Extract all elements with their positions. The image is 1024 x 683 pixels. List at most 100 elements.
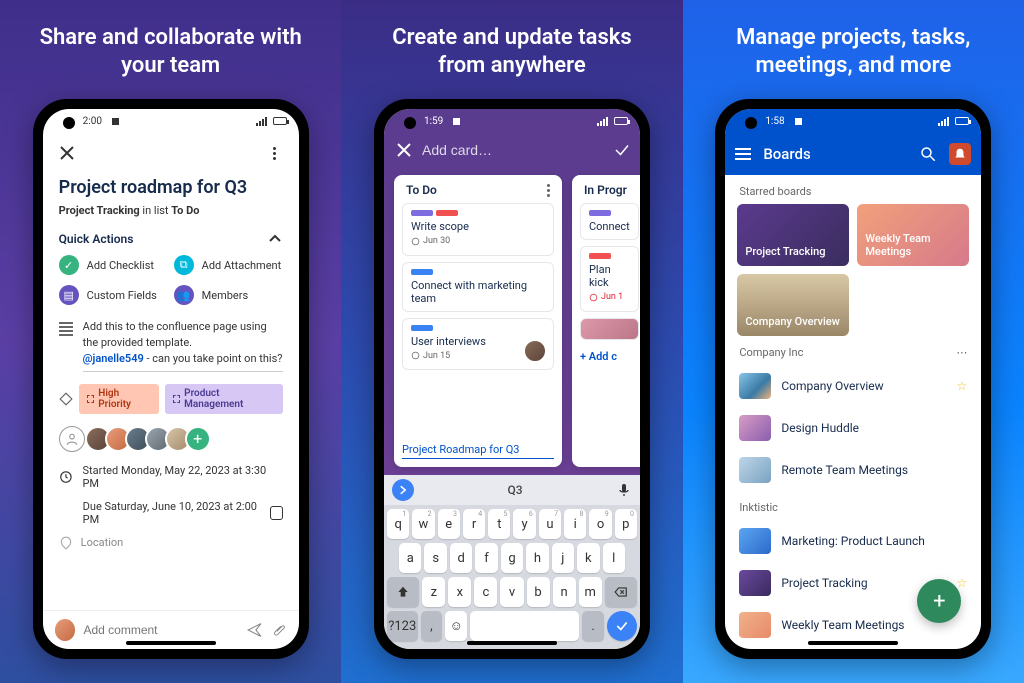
section-company-label: Company Inc ⋯ bbox=[725, 336, 981, 365]
status-time: 1:58 bbox=[765, 116, 784, 127]
hamburger-menu-icon[interactable] bbox=[735, 148, 751, 160]
tag-high-priority[interactable]: High Priority bbox=[79, 384, 159, 414]
period-key[interactable]: . bbox=[582, 611, 604, 641]
star-icon[interactable]: ☆ bbox=[957, 379, 968, 393]
add-member-button[interactable]: + bbox=[185, 426, 211, 452]
space-key[interactable] bbox=[470, 611, 579, 641]
promo-panel-1: Share and collaborate with your team 2:0… bbox=[0, 0, 341, 683]
key-l[interactable]: l bbox=[603, 543, 625, 573]
add-card-input[interactable] bbox=[422, 142, 603, 158]
card-subtitle: Project Tracking in list To Do bbox=[59, 204, 283, 217]
key-x[interactable]: x bbox=[448, 577, 471, 607]
key-a[interactable]: a bbox=[399, 543, 421, 573]
key-h[interactable]: h bbox=[526, 543, 548, 573]
card-item[interactable]: Plan kick Jun 1 bbox=[580, 246, 639, 312]
avatar bbox=[523, 339, 547, 363]
key-b[interactable]: b bbox=[527, 577, 550, 607]
tag-product-management[interactable]: Product Management bbox=[165, 384, 283, 414]
card-item[interactable]: User interviews Jun 15 bbox=[402, 318, 554, 371]
emoji-key[interactable]: ☺ bbox=[445, 611, 467, 641]
key-i[interactable]: i8 bbox=[564, 509, 586, 539]
key-e[interactable]: e3 bbox=[438, 509, 460, 539]
avatar bbox=[55, 619, 76, 641]
list-in-progress: In Progr Connect Plan kick Jun 1 + Add bbox=[572, 175, 640, 467]
key-z[interactable]: z bbox=[422, 577, 445, 607]
board-list-item[interactable]: Remote Team Meetings bbox=[725, 449, 981, 491]
location-row[interactable]: Location bbox=[59, 536, 283, 550]
due-date-row[interactable]: Due Saturday, June 10, 2023 at 2:00 PM bbox=[59, 500, 283, 526]
key-r[interactable]: r4 bbox=[463, 509, 485, 539]
notifications-icon[interactable] bbox=[949, 143, 971, 165]
search-icon[interactable] bbox=[919, 145, 937, 163]
comma-key[interactable]: , bbox=[421, 611, 443, 641]
add-card-link[interactable]: + Add c bbox=[580, 350, 639, 363]
key-k[interactable]: k bbox=[577, 543, 599, 573]
new-card-draft[interactable]: Project Roadmap for Q3 bbox=[402, 441, 554, 459]
key-d[interactable]: d bbox=[450, 543, 472, 573]
card-item[interactable] bbox=[580, 318, 639, 340]
user-mention[interactable]: @janelle549 bbox=[83, 352, 144, 365]
board-list-item[interactable]: Company Overview ☆ bbox=[725, 365, 981, 407]
key-p[interactable]: p0 bbox=[615, 509, 637, 539]
mode-key[interactable]: ?123 bbox=[387, 611, 418, 641]
section-inktistic-label: Inktistic bbox=[725, 491, 981, 520]
key-n[interactable]: n bbox=[553, 577, 576, 607]
card-item[interactable]: Connect with marketing team bbox=[402, 262, 554, 312]
attach-icon[interactable] bbox=[272, 622, 287, 638]
list-title: In Progr bbox=[584, 183, 627, 197]
key-c[interactable]: c bbox=[474, 577, 497, 607]
card-item[interactable]: Write scope Jun 30 bbox=[402, 203, 554, 256]
close-icon[interactable] bbox=[55, 141, 79, 165]
board-tile[interactable]: Weekly Team Meetings bbox=[857, 204, 969, 266]
due-checkbox[interactable] bbox=[270, 506, 283, 520]
board-list-item[interactable]: Marketing: Product Launch bbox=[725, 520, 981, 562]
member-avatars[interactable]: + bbox=[59, 426, 283, 452]
action-custom-fields[interactable]: ▤ Custom Fields bbox=[59, 285, 168, 305]
description-row[interactable]: Add this to the confluence page using th… bbox=[59, 319, 283, 372]
key-y[interactable]: y6 bbox=[513, 509, 535, 539]
action-members[interactable]: 👥 Members bbox=[174, 285, 283, 305]
list-menu-icon[interactable] bbox=[547, 184, 550, 197]
chevron-right-icon[interactable] bbox=[392, 479, 414, 501]
mic-icon[interactable] bbox=[616, 482, 632, 498]
backspace-key[interactable] bbox=[605, 577, 637, 607]
key-q[interactable]: q1 bbox=[387, 509, 409, 539]
action-add-attachment[interactable]: ⧉ Add Attachment bbox=[174, 255, 283, 275]
star-icon[interactable]: ☆ bbox=[957, 576, 968, 590]
close-icon[interactable] bbox=[396, 142, 412, 158]
key-o[interactable]: o9 bbox=[589, 509, 611, 539]
shift-key[interactable] bbox=[387, 577, 419, 607]
key-g[interactable]: g bbox=[501, 543, 523, 573]
card-item[interactable]: Connect bbox=[580, 203, 639, 240]
comment-input[interactable] bbox=[83, 623, 238, 637]
board-tile[interactable]: Project Tracking bbox=[737, 204, 849, 266]
key-w[interactable]: w2 bbox=[412, 509, 434, 539]
quick-actions-header[interactable]: Quick Actions bbox=[59, 231, 283, 247]
key-f[interactable]: f bbox=[475, 543, 497, 573]
card-title: Project roadmap for Q3 bbox=[59, 177, 283, 198]
list-title: To Do bbox=[406, 183, 437, 197]
board-tile[interactable]: Company Overview bbox=[737, 274, 849, 336]
key-m[interactable]: m bbox=[579, 577, 602, 607]
section-menu-icon[interactable]: ⋯ bbox=[956, 346, 967, 359]
keyboard-suggestion[interactable]: Q3 bbox=[422, 483, 608, 497]
checklist-icon: ✓ bbox=[59, 255, 79, 275]
key-v[interactable]: v bbox=[500, 577, 523, 607]
enter-key[interactable] bbox=[607, 611, 637, 641]
action-add-checklist[interactable]: ✓ Add Checklist bbox=[59, 255, 168, 275]
send-icon[interactable] bbox=[246, 621, 263, 639]
overflow-menu-icon[interactable] bbox=[263, 141, 287, 165]
status-time: 2:00 bbox=[83, 116, 102, 127]
key-j[interactable]: j bbox=[552, 543, 574, 573]
fab-add-button[interactable]: + bbox=[917, 579, 961, 623]
tag-icon bbox=[59, 392, 73, 406]
board-list-item[interactable]: Design Huddle bbox=[725, 407, 981, 449]
start-date-row[interactable]: Started Monday, May 22, 2023 at 3:30 PM bbox=[59, 464, 283, 490]
list-todo: To Do Write scope Jun 30 Connect with ma… bbox=[394, 175, 562, 467]
confirm-icon[interactable] bbox=[613, 141, 631, 159]
key-t[interactable]: t5 bbox=[488, 509, 510, 539]
key-s[interactable]: s bbox=[424, 543, 446, 573]
key-u[interactable]: u7 bbox=[539, 509, 561, 539]
status-bar: 1:58 bbox=[725, 109, 981, 133]
headline-1: Share and collaborate with your team bbox=[28, 18, 314, 99]
